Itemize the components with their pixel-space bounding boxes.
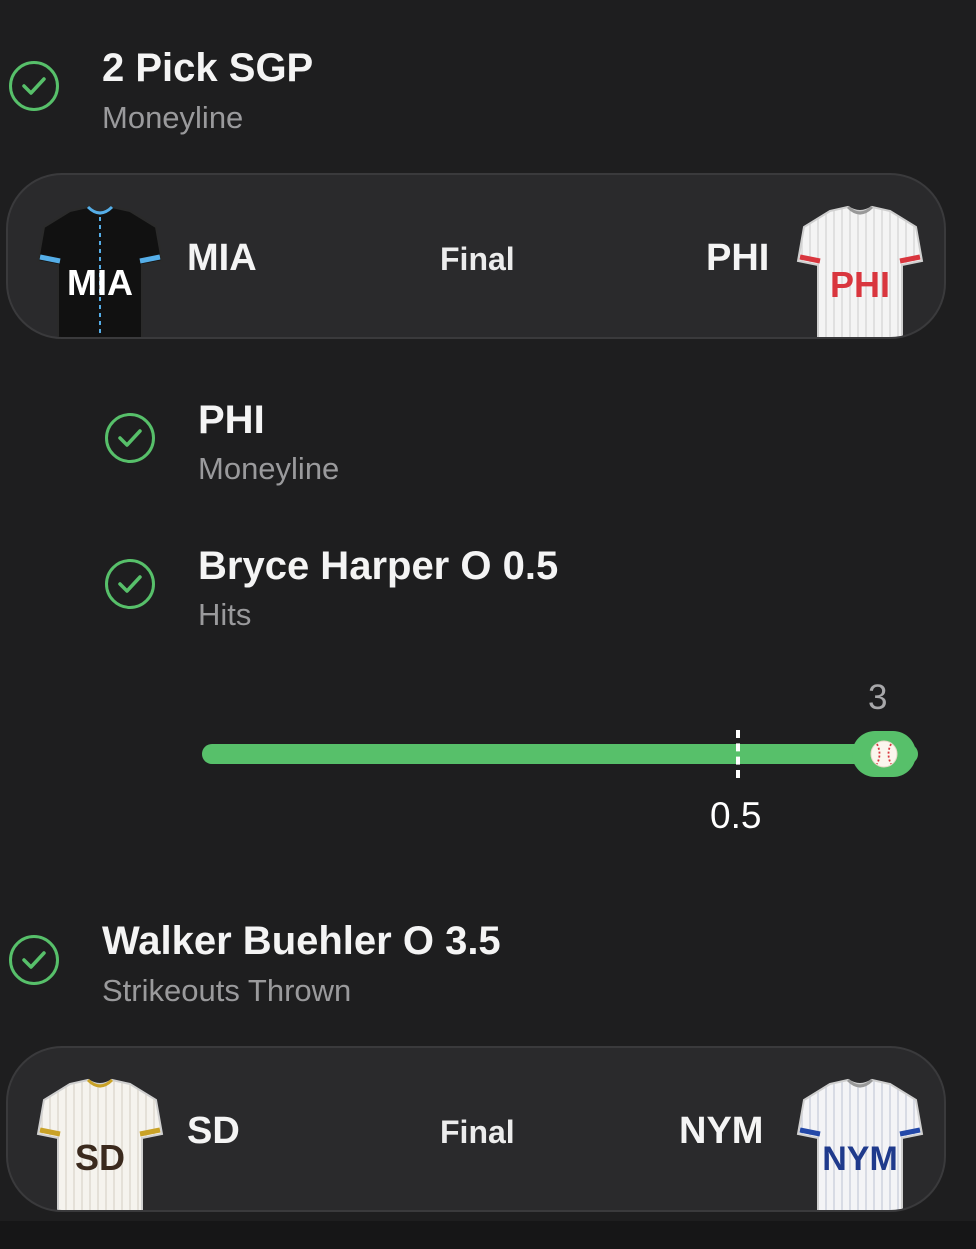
away-team-label: SD [187, 1110, 240, 1152]
leg-subtitle: Moneyline [198, 451, 340, 486]
svg-text:PHI: PHI [830, 264, 890, 305]
progress-track [202, 744, 918, 764]
progress-fill [202, 744, 918, 764]
check-circle-icon [105, 413, 155, 463]
pick-title: Walker Buehler O 3.5 [102, 919, 501, 963]
mia-jersey-icon: MIA [36, 205, 164, 337]
home-team-label: PHI [706, 237, 770, 279]
game-card-mia-phi[interactable]: MIA MIA Final PHI PHI [6, 173, 946, 339]
home-team-label: NYM [679, 1110, 764, 1152]
parlay-title: 2 Pick SGP [102, 46, 314, 90]
parlay-subtitle: Moneyline [102, 100, 244, 135]
game-status: Final [440, 1114, 515, 1150]
svg-text:SD: SD [75, 1137, 125, 1178]
game-status: Final [440, 241, 515, 277]
check-circle-icon [105, 559, 155, 609]
pick-subtitle: Strikeouts Thrown [102, 973, 352, 1008]
check-circle-icon [9, 61, 59, 111]
line-marker [736, 730, 740, 778]
phi-jersey-icon: PHI [796, 205, 924, 337]
line-value-label: 0.5 [710, 795, 762, 836]
svg-text:NYM: NYM [822, 1140, 898, 1178]
nym-jersey-icon: NYM [796, 1078, 924, 1210]
baseball-icon [870, 740, 898, 768]
leg-title: PHI [198, 398, 265, 442]
leg-subtitle: Hits [198, 597, 252, 632]
current-value-label: 3 [868, 678, 888, 717]
sd-jersey-icon: SD [36, 1078, 164, 1210]
bottom-bar [0, 1221, 976, 1249]
svg-text:MIA: MIA [67, 262, 133, 303]
away-team-label: MIA [187, 237, 257, 279]
progress-thumb [852, 731, 916, 777]
game-card-sd-nym[interactable]: SD SD Final NYM NYM [6, 1046, 946, 1212]
leg-title: Bryce Harper O 0.5 [198, 544, 559, 588]
check-circle-icon [9, 935, 59, 985]
